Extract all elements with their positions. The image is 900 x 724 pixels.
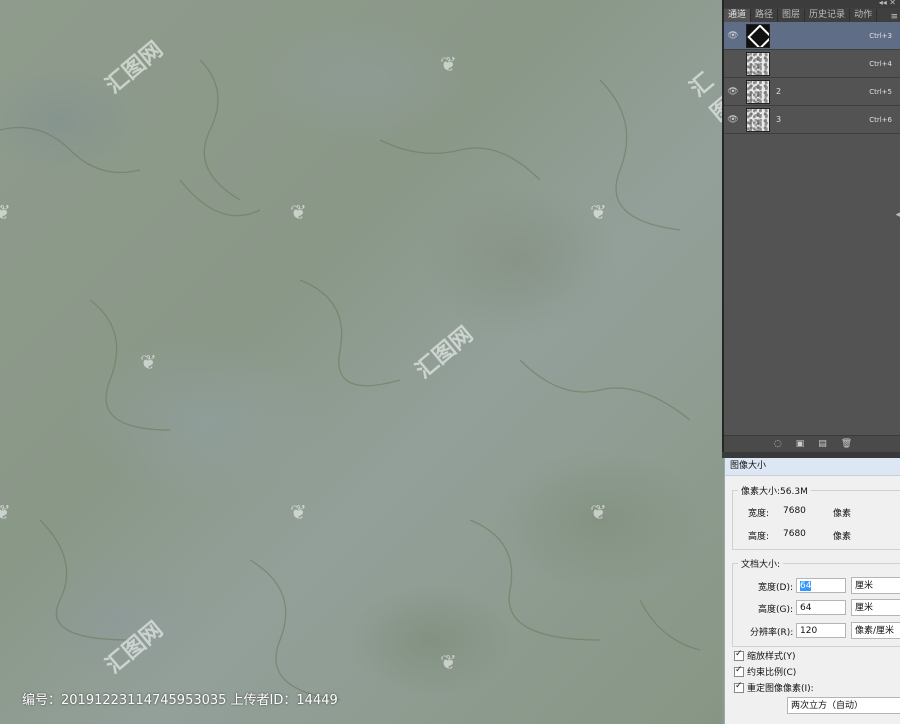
doc-height-unit-select[interactable]: 厘米 xyxy=(851,599,900,616)
panel-scroll-arrow-icon[interactable]: ◂ xyxy=(895,210,900,220)
width-value: 7680 xyxy=(783,506,806,516)
width-unit: 像素 xyxy=(833,509,852,519)
resample-method-select[interactable]: 两次立方（自动） xyxy=(787,697,900,714)
watermark-logo-icon: ❦ xyxy=(0,500,11,524)
doc-height-input[interactable]: 64 xyxy=(796,600,846,615)
channel-shortcut: Ctrl+5 xyxy=(869,87,892,96)
watermark-logo-icon: ❦ xyxy=(590,500,607,524)
channels-panel: ◂◂ ✕ 通道 路径 图层 历史记录 动作 ≡ 👁 Ctrl+3 Ctrl+4 … xyxy=(722,0,900,452)
delete-channel-icon[interactable]: 🗑 xyxy=(841,439,852,449)
save-selection-icon[interactable]: ▣ xyxy=(796,439,805,449)
pixel-size-legend: 像素大小:56.3M xyxy=(738,484,811,497)
panel-footer-toolbar: ◌ ▣ ▤ 🗑 xyxy=(724,435,900,452)
scale-styles-checkbox[interactable] xyxy=(734,649,744,661)
height-label: 高度: xyxy=(748,532,770,542)
width-label: 宽度: xyxy=(748,509,770,519)
tab-paths[interactable]: 路径 xyxy=(751,9,779,22)
channel-thumbnail xyxy=(746,107,770,132)
resample-label: 重定图像像素(I): xyxy=(747,684,814,694)
watermark-logo-icon: ❦ xyxy=(140,350,157,374)
channel-shortcut: Ctrl+6 xyxy=(869,115,892,124)
scale-styles-label: 缩放样式(Y) xyxy=(747,652,796,662)
watermark-logo-icon: ❦ xyxy=(440,650,457,674)
doc-width-unit-select[interactable]: 厘米 xyxy=(851,577,900,594)
image-caption: 编号：20191223114745953035 上传者ID：14449 xyxy=(22,693,338,708)
tab-history[interactable]: 历史记录 xyxy=(805,9,851,22)
watermark-logo-icon: ❦ xyxy=(590,200,607,224)
channel-thumbnail xyxy=(746,23,770,48)
dialog-title: 图像大小 xyxy=(725,458,900,476)
channel-thumbnail xyxy=(746,51,770,76)
resolution-unit-select[interactable]: 像素/厘米 xyxy=(851,622,900,639)
channel-row[interactable]: 👁 3 Ctrl+6 xyxy=(724,106,900,134)
height-unit: 像素 xyxy=(833,532,852,542)
visibility-eye-icon[interactable]: 👁 xyxy=(724,31,742,41)
watermark-logo-icon: ❦ xyxy=(440,52,457,76)
channel-row[interactable]: 👁 2 Ctrl+5 xyxy=(724,78,900,106)
tab-actions[interactable]: 动作 xyxy=(850,9,878,22)
watermark-logo-icon: ❦ xyxy=(290,500,307,524)
doc-width-label: 宽度(D): xyxy=(758,583,793,593)
height-value: 7680 xyxy=(783,529,806,539)
load-selection-icon[interactable]: ◌ xyxy=(774,439,782,449)
channel-thumbnail xyxy=(746,79,770,104)
visibility-eye-icon[interactable]: 👁 xyxy=(724,115,742,125)
constrain-proportions-label: 约束比例(C) xyxy=(747,668,797,678)
document-canvas[interactable]: 汇图网 汇图网 汇图网 汇图网 ❦ ❦ ❦ ❦ ❦ ❦ ❦ ❦ ❦ ❦ 编号：2… xyxy=(0,0,722,724)
constrain-proportions-checkbox[interactable] xyxy=(734,665,744,677)
resample-checkbox[interactable] xyxy=(734,681,744,693)
watermark-logo-icon: ❦ xyxy=(290,200,307,224)
doc-width-input[interactable]: 64 xyxy=(796,578,846,593)
resolution-label: 分辨率(R): xyxy=(750,628,794,638)
pixel-dimensions-group: 像素大小:56.3M 宽度: 7680 像素 高度: 7680 像素 xyxy=(732,484,900,550)
panel-tabs: 通道 路径 图层 历史记录 动作 ≡ xyxy=(724,8,900,22)
channel-shortcut: Ctrl+3 xyxy=(869,31,892,40)
texture-cracks xyxy=(0,59,701,701)
visibility-eye-icon[interactable]: 👁 xyxy=(724,87,742,97)
resolution-input[interactable]: 120 xyxy=(796,623,846,638)
new-channel-icon[interactable]: ▤ xyxy=(818,439,827,449)
tab-layers[interactable]: 图层 xyxy=(778,9,806,22)
watermark-logo-icon: ❦ xyxy=(0,200,11,224)
channel-name: 2 xyxy=(776,87,782,96)
channel-row[interactable]: Ctrl+4 xyxy=(724,50,900,78)
doc-height-label: 高度(G): xyxy=(758,605,794,615)
channel-shortcut: Ctrl+4 xyxy=(869,59,892,68)
document-size-group: 文档大小: 宽度(D): 64 厘米 高度(G): 64 厘米 分辨率(R): … xyxy=(732,557,900,647)
panel-menu-icon[interactable]: ≡ xyxy=(890,12,900,22)
panel-header-bar[interactable]: ◂◂ ✕ xyxy=(724,0,900,8)
channel-name: 3 xyxy=(776,115,782,124)
collapse-icon[interactable]: ◂◂ ✕ xyxy=(879,0,896,7)
tab-channels[interactable]: 通道 xyxy=(724,9,752,22)
channel-row[interactable]: 👁 Ctrl+3 xyxy=(724,22,900,50)
image-size-dialog: 图像大小 像素大小:56.3M 宽度: 7680 像素 高度: 7680 像素 … xyxy=(724,458,900,724)
doc-size-legend: 文档大小: xyxy=(738,557,784,570)
